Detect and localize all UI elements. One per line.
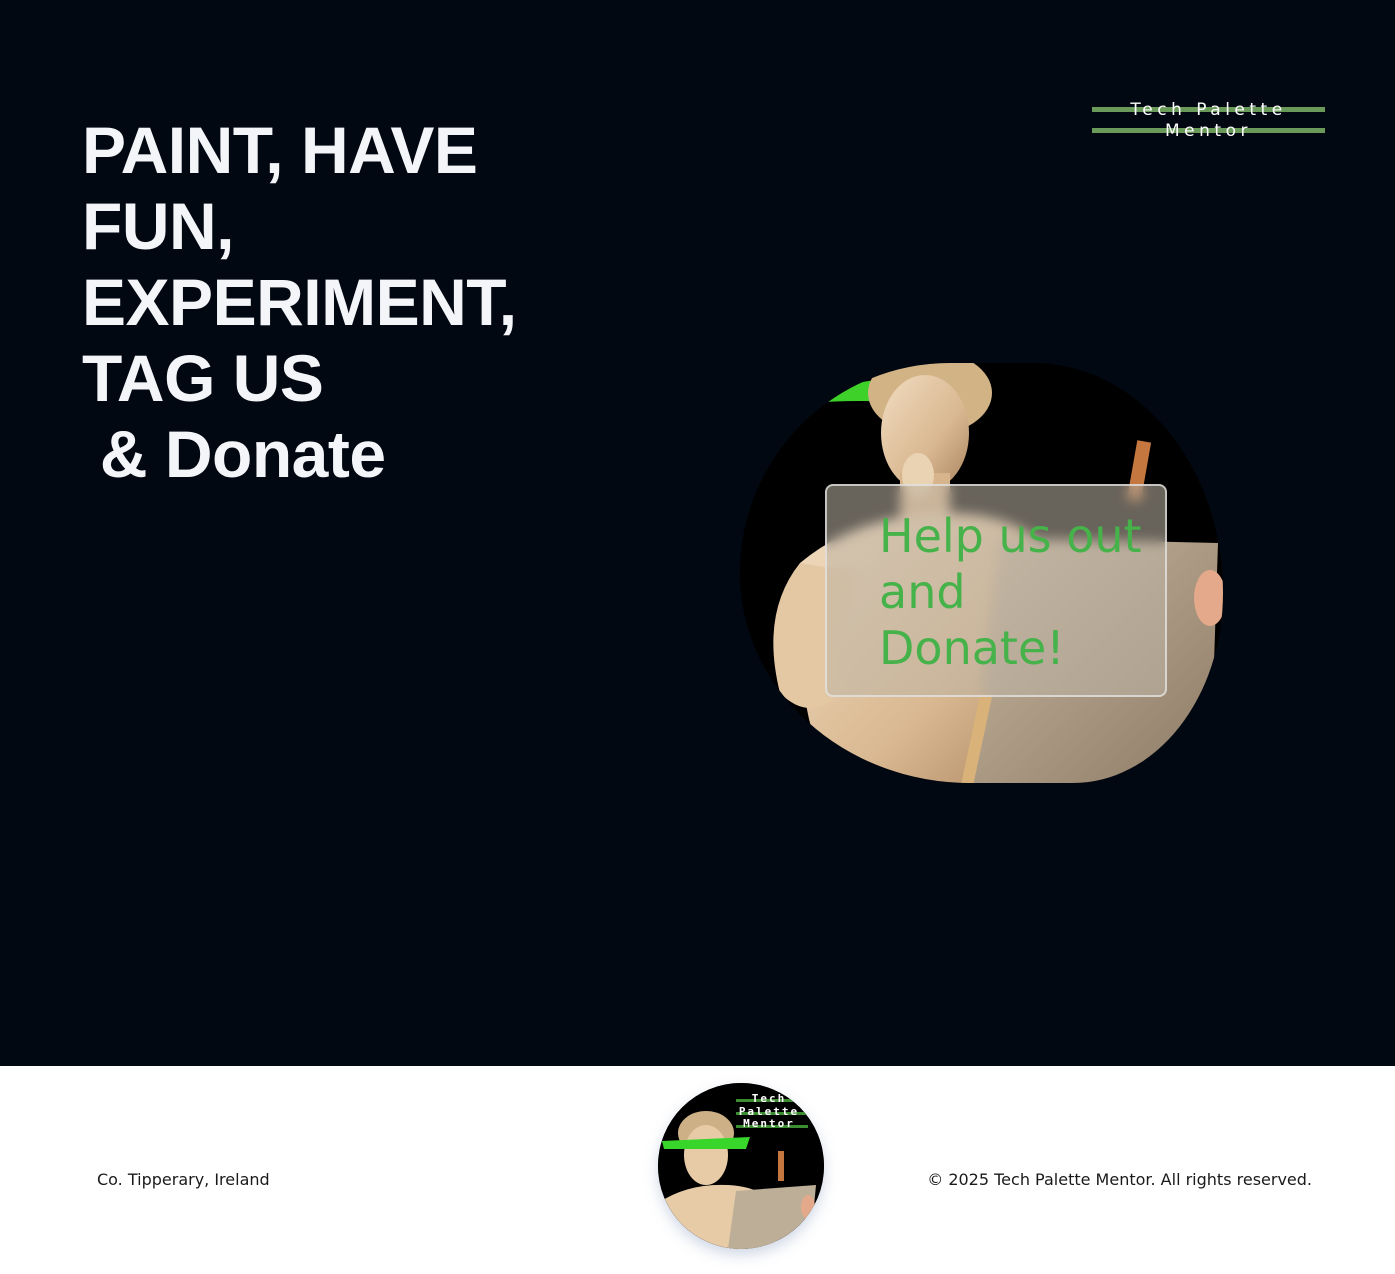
donate-cta-text[interactable]: Help us out and Donate! <box>879 508 1159 676</box>
logo-text-line: Mentor <box>743 1117 795 1130</box>
hero-headline: PAINT, HAVE FUN, EXPERIMENT, TAG US & Do… <box>82 112 517 492</box>
brand-logo-link[interactable]: Tech Palette Mentor <box>1092 98 1325 141</box>
logo-text-line: Tech <box>751 1092 787 1105</box>
headline-line: TAG US <box>82 341 324 415</box>
footer-location: Co. Tipperary, Ireland <box>97 1170 270 1189</box>
donate-card[interactable]: Help us out and Donate! <box>825 484 1167 697</box>
headline-line: EXPERIMENT, <box>82 265 517 339</box>
headline-line: PAINT, HAVE <box>82 113 478 187</box>
footer-logo[interactable]: Tech Palette Mentor <box>658 1083 824 1249</box>
headline-line: FUN, <box>82 189 234 263</box>
footer-copyright: © 2025 Tech Palette Mentor. All rights r… <box>927 1170 1312 1189</box>
brand-name: Tech Palette Mentor <box>1130 100 1287 141</box>
headline-line: & Donate <box>82 417 386 491</box>
footer-logo-text: Tech Palette Mentor <box>724 1092 814 1131</box>
